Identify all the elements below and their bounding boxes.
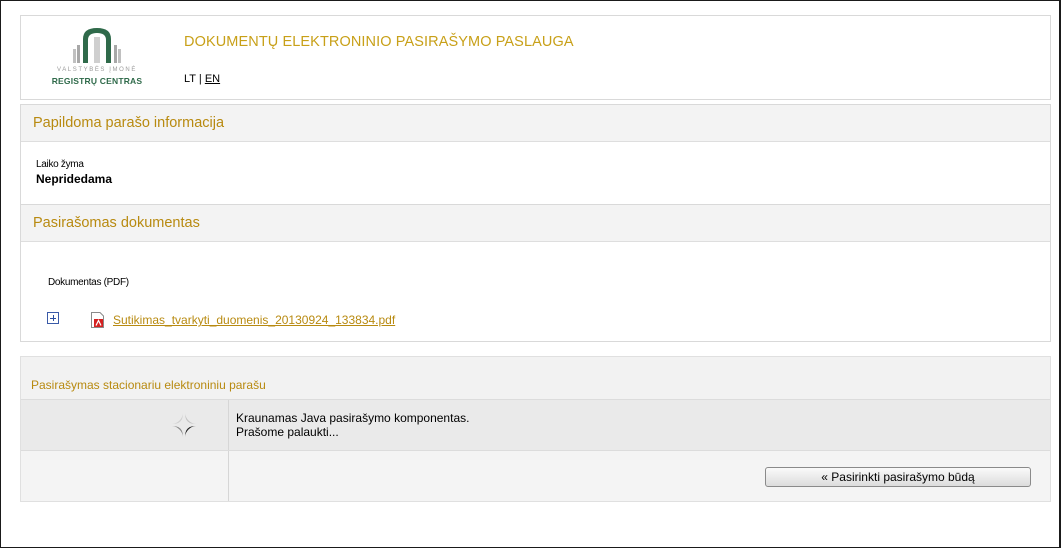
loading-message-line1: Kraunamas Java pasirašymo komponentas. [236, 411, 470, 425]
logo-arch-icon [73, 28, 121, 63]
lang-lt[interactable]: LT [184, 73, 196, 85]
signing-heading: Pasirašymas stacionariu elektroniniu par… [31, 378, 266, 392]
action-row-left-cell [21, 451, 229, 501]
logo-small-text: VALSTYBĖS ĮMONĖ [57, 67, 137, 73]
loading-row: Kraunamas Java pasirašymo komponentas. P… [21, 399, 1050, 451]
signature-info-section: Papildoma parašo informacija Laiko žyma … [20, 104, 1051, 205]
lang-separator: | [198, 73, 202, 85]
document-heading: Pasirašomas dokumentas [21, 205, 1050, 242]
loading-message: Kraunamas Java pasirašymo komponentas. P… [236, 411, 469, 439]
action-row: « Pasirinkti pasirašymo būdą [21, 451, 1050, 501]
page-header: VALSTYBĖS ĮMONĖ REGISTRŲ CENTRAS DOKUMEN… [20, 15, 1051, 100]
registru-centras-logo: VALSTYBĖS ĮMONĖ REGISTRŲ CENTRAS [45, 25, 149, 91]
expand-icon[interactable] [47, 312, 59, 324]
loading-row-left-cell [21, 400, 229, 450]
loading-message-line2: Prašome palaukti... [236, 425, 339, 439]
logo-main-text: REGISTRŲ CENTRAS [51, 76, 143, 86]
signing-panel: Pasirašymas stacionariu elektroniniu par… [20, 356, 1051, 502]
loading-spinner-icon [172, 413, 196, 437]
document-section: Pasirašomas dokumentas Dokumentas (PDF) … [20, 204, 1051, 342]
timestamp-value: Nepridedama [36, 172, 113, 186]
language-switcher: LT | EN [184, 73, 220, 85]
document-type-label: Dokumentas (PDF) [48, 277, 129, 288]
pdf-icon [91, 312, 104, 328]
document-file-link[interactable]: Sutikimas_tvarkyti_duomenis_20130924_133… [113, 313, 395, 327]
choose-signing-method-button[interactable]: « Pasirinkti pasirašymo būdą [765, 467, 1031, 487]
timestamp-label: Laiko žyma [36, 159, 84, 170]
signature-info-heading: Papildoma parašo informacija [21, 105, 1050, 142]
page-title: DOKUMENTŲ ELEKTRONINIO PASIRAŠYMO PASLAU… [184, 34, 574, 50]
lang-en-link[interactable]: EN [205, 73, 220, 85]
